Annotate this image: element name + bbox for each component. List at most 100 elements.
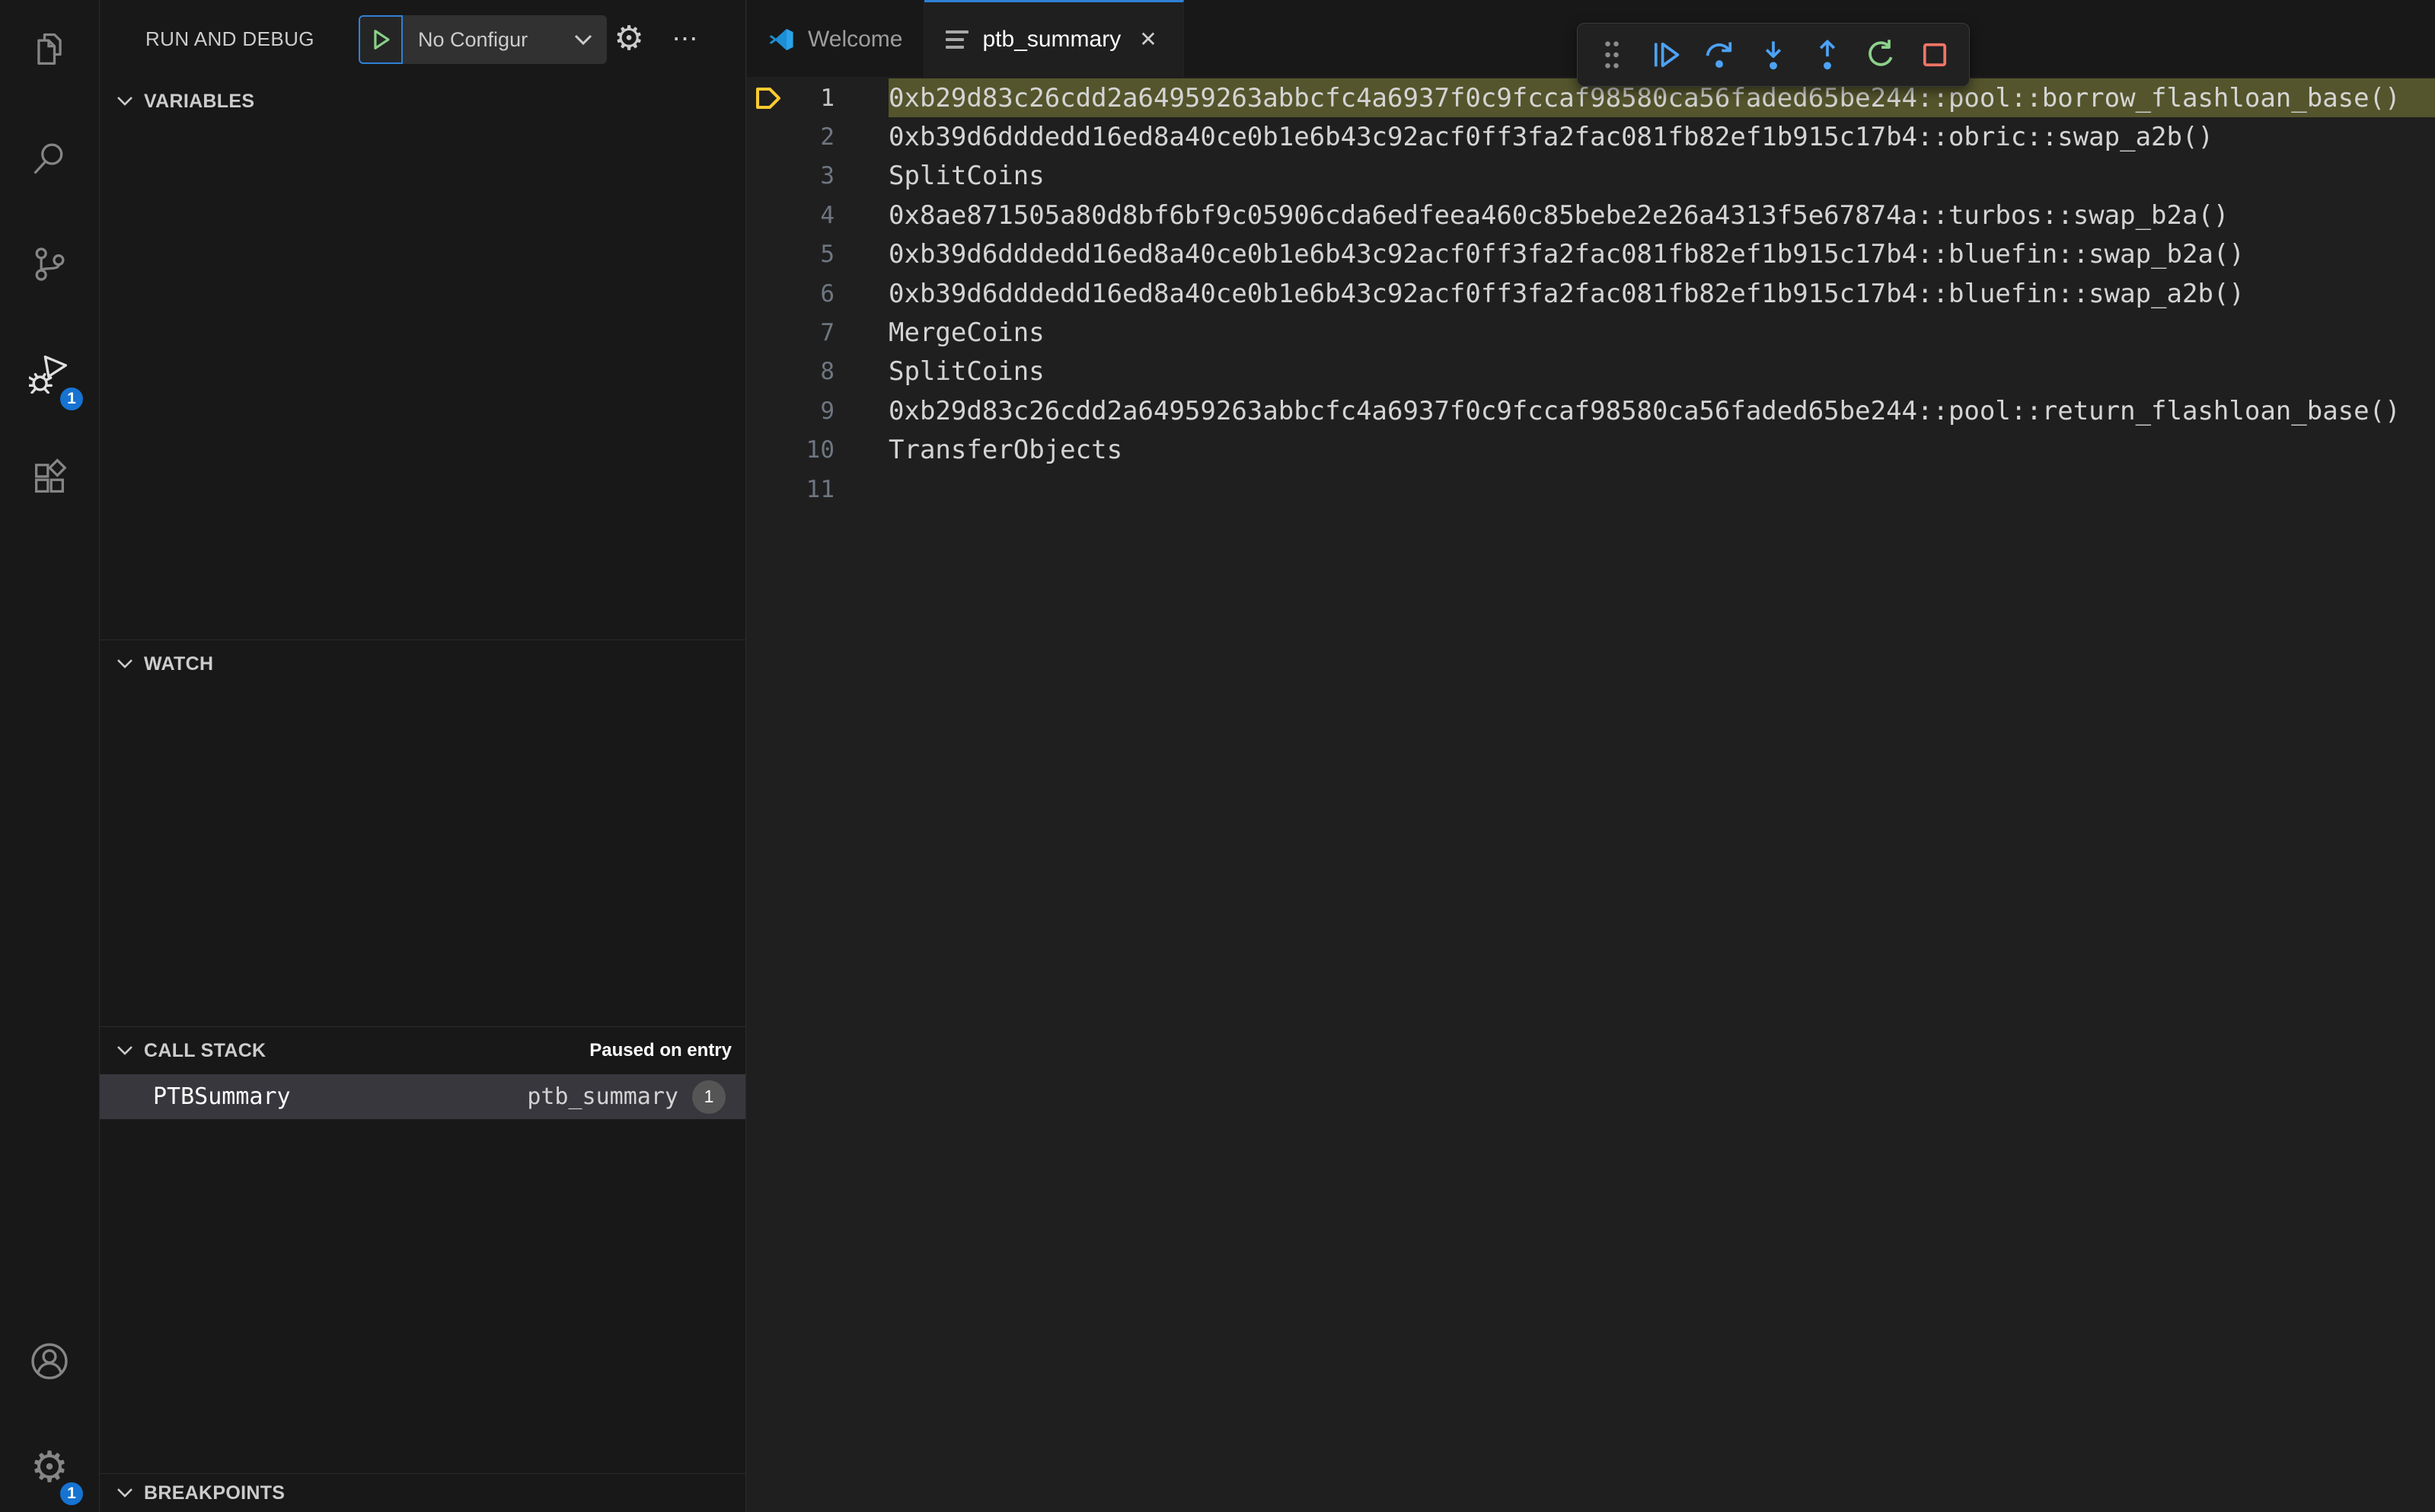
glyph-margin <box>747 313 793 352</box>
code-line-7[interactable]: 7 MergeCoins <box>747 313 2435 352</box>
line-number: 11 <box>806 475 835 503</box>
code-text: 0x8ae871505a80d8bf6bf9c05906cda6edfeea46… <box>889 199 2229 231</box>
continue-button[interactable] <box>1642 31 1690 78</box>
continue-icon <box>1654 42 1679 68</box>
code-line-5[interactable]: 5 0xb39d6dddedd16ed8a40ce0b1e6b43c92acf0f… <box>747 235 2435 274</box>
tab-welcome[interactable]: Welcome <box>747 0 925 77</box>
chevron-down-icon <box>574 34 592 46</box>
code-line-6[interactable]: 6 0xb39d6dddedd16ed8a40ce0b1e6b43c92acf0f… <box>747 274 2435 313</box>
start-debugging-play-icon <box>374 30 390 49</box>
chevron-down-icon <box>116 659 133 669</box>
glyph-margin <box>747 274 793 313</box>
section-header-breakpoints[interactable]: BREAKPOINTS <box>100 1474 745 1512</box>
step-into-button[interactable] <box>1750 31 1797 78</box>
activity-item-accounts[interactable] <box>0 1325 99 1398</box>
sidebar-title-row: RUN AND DEBUG No Configur ⚙ ⋯ <box>100 0 745 78</box>
stop-button[interactable] <box>1911 31 1958 78</box>
chevron-down-icon <box>116 1488 133 1498</box>
drag-grip-icon <box>1605 41 1619 69</box>
glyph-margin <box>747 235 793 274</box>
section-header-watch[interactable]: WATCH <box>100 640 745 687</box>
activity-item-explorer[interactable] <box>0 13 99 86</box>
line-number: 6 <box>820 279 835 308</box>
debug-current-line-arrow-icon <box>747 78 793 117</box>
section-header-variables[interactable]: VARIABLES <box>100 78 745 125</box>
debug-sessions-badge: 1 <box>58 385 85 413</box>
open-launch-json-button[interactable]: ⚙ <box>606 0 652 78</box>
code-lines: 1 0xb29d83c26cdd2a64959263abbcfc4a6937f0c… <box>747 77 2435 1512</box>
stack-frame-meta: ptb_summary 1 <box>527 1080 726 1114</box>
section-header-call-stack[interactable]: CALL STACK Paused on entry <box>100 1027 745 1074</box>
section-label: VARIABLES <box>144 90 255 112</box>
step-out-icon <box>1819 40 1835 70</box>
section-label: CALL STACK <box>144 1039 266 1061</box>
step-over-button[interactable] <box>1696 31 1743 78</box>
line-number: 1 <box>820 84 835 112</box>
code-line-11[interactable]: 11 <box>747 470 2435 509</box>
tab-label: Welcome <box>808 27 903 52</box>
tab-ptb-summary[interactable]: ptb_summary ✕ <box>924 0 1184 77</box>
line-number: 4 <box>820 201 835 229</box>
list-file-icon <box>946 30 969 49</box>
step-out-button[interactable] <box>1804 31 1851 78</box>
code-text: TransferObjects <box>889 435 1123 466</box>
stack-frame-file: ptb_summary <box>527 1083 678 1110</box>
start-debugging-button[interactable] <box>359 15 403 64</box>
source-control-icon <box>35 247 65 281</box>
glyph-margin <box>747 157 793 196</box>
chevron-down-icon <box>116 96 133 107</box>
code-text: 0xb39d6dddedd16ed8a40ce0b1e6b43c92acf0ff… <box>889 122 2213 153</box>
code-line-3[interactable]: 3 SplitCoins <box>747 157 2435 196</box>
run-and-debug-sidebar: RUN AND DEBUG No Configur ⚙ ⋯ VARIABLES <box>100 0 746 1512</box>
code-line-2[interactable]: 2 0xb39d6dddedd16ed8a40ce0b1e6b43c92acf0f… <box>747 117 2435 156</box>
glyph-margin <box>747 431 793 470</box>
code-text: SplitCoins <box>889 356 1045 388</box>
activity-item-source-control[interactable] <box>0 228 99 301</box>
code-text: 0xb29d83c26cdd2a64959263abbcfc4a6937f0c9… <box>889 395 2401 426</box>
account-icon <box>31 1343 68 1380</box>
activity-item-manage[interactable]: ⚙ 1 <box>0 1431 99 1507</box>
gear-icon: ⚙ <box>614 19 644 58</box>
call-stack-frame-row[interactable]: PTBSummary ptb_summary 1 <box>100 1074 745 1119</box>
line-number: 10 <box>806 436 835 464</box>
toolbar-drag-grip[interactable] <box>1588 31 1636 78</box>
debug-configuration-dropdown[interactable]: No Configur <box>403 15 607 64</box>
settings-badge: 1 <box>58 1480 85 1507</box>
section-label: BREAKPOINTS <box>144 1482 286 1504</box>
code-line-4[interactable]: 4 0x8ae871505a80d8bf6bf9c05906cda6edfeea4… <box>747 196 2435 234</box>
editor-area: Welcome ptb_summary ✕ 1 0xb29d83c26cdd2a… <box>747 0 2435 1512</box>
debug-launch-combo: No Configur <box>359 15 607 64</box>
debug-configuration-value: No Configur <box>418 27 528 51</box>
code-line-8[interactable]: 8 SplitCoins <box>747 352 2435 391</box>
debug-pause-status: Paused on entry <box>589 1040 732 1061</box>
code-line-10[interactable]: 10 TransferObjects <box>747 431 2435 470</box>
glyph-margin <box>747 352 793 391</box>
section-label: WATCH <box>144 652 214 675</box>
glyph-margin <box>747 117 793 156</box>
sidebar-title: RUN AND DEBUG <box>145 27 314 50</box>
search-icon <box>34 143 63 174</box>
glyph-margin <box>747 391 793 430</box>
activity-item-search[interactable] <box>0 122 99 195</box>
stack-frame-name: PTBSummary <box>153 1083 291 1110</box>
code-text: 0xb39d6dddedd16ed8a40ce0b1e6b43c92acf0ff… <box>889 278 2245 309</box>
glyph-margin <box>747 196 793 234</box>
extensions-icon <box>35 458 67 493</box>
line-number: 2 <box>820 123 835 152</box>
code-line-9[interactable]: 9 0xb29d83c26cdd2a64959263abbcfc4a6937f0c… <box>747 391 2435 430</box>
restart-button[interactable] <box>1857 31 1904 78</box>
line-number: 7 <box>820 319 835 347</box>
restart-icon <box>1869 40 1893 66</box>
line-number: 3 <box>820 162 835 190</box>
activity-item-run-and-debug[interactable]: 1 <box>0 337 99 413</box>
stack-frame-line-badge: 1 <box>692 1080 726 1114</box>
views-more-actions-button[interactable]: ⋯ <box>663 0 709 78</box>
tab-label: ptb_summary <box>982 27 1122 52</box>
explorer-icon <box>37 33 62 65</box>
close-tab-icon[interactable]: ✕ <box>1135 26 1161 53</box>
line-number: 5 <box>820 241 835 269</box>
activity-item-extensions[interactable] <box>0 441 99 514</box>
line-number: 9 <box>820 397 835 425</box>
code-text: SplitCoins <box>889 161 1045 192</box>
